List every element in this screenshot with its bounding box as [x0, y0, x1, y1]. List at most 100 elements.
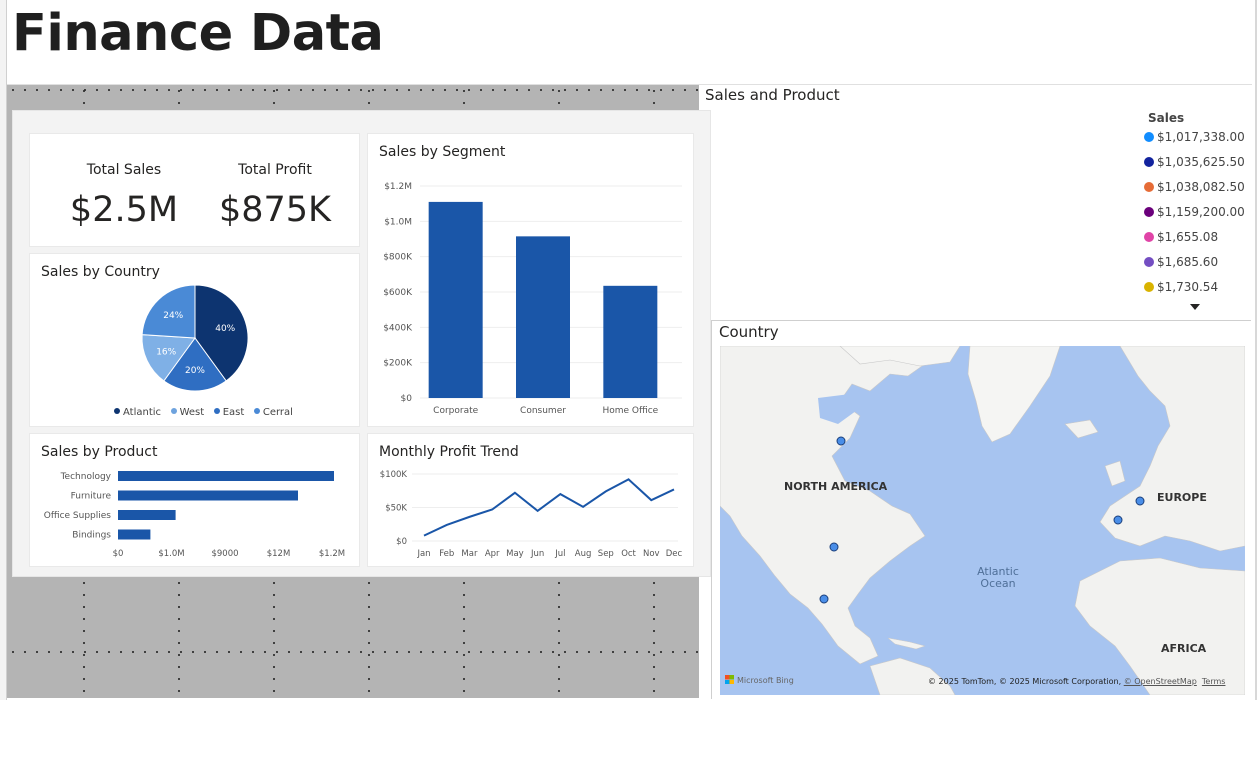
line-ytick-2: $100K [380, 470, 408, 480]
map-canvas: NORTH AMERICA EUROPE AFRICA Atlantic Oce… [720, 346, 1245, 695]
prod-category-0: Technology [60, 472, 112, 482]
profit-line-chart: $0 $50K $100K Jan Feb Mar Apr May Jun Jul Aug Sep Oc… [380, 470, 683, 559]
legend-item-atlantic: Atlantic [114, 407, 161, 418]
legend-item-west: West [170, 407, 204, 418]
monthly-profit-card: Monthly Profit Trend $0 $50K $100K Jan Feb Ma… [367, 433, 694, 567]
prod-category-1: Furniture [71, 492, 112, 502]
sales-legend-item-5[interactable]: $1,685.60 [1144, 255, 1245, 280]
sales-by-segment-card: Sales by Segment $0 $200K $400K $600K $800K $… [367, 133, 694, 427]
sales-legend-item-2[interactable]: $1,038,082.50 [1144, 180, 1245, 205]
africa-landmass [1074, 557, 1245, 695]
sales-legend-item-0[interactable]: $1,017,338.00 [1144, 130, 1245, 155]
prod-xtick-0: $0 [113, 549, 124, 559]
dashboard-image: Total Sales $2.5M Total Profit $875K Sal… [12, 110, 711, 577]
segment-bar-chart: $0 $200K $400K $600K $800K $1.0M $1.2M Corporat… [383, 182, 682, 416]
line-xtick-2: Mar [461, 549, 478, 559]
seg-ytick-4: $800K [383, 253, 413, 263]
pie-label-2: 16% [156, 348, 176, 358]
prod-category-2: Office Supplies [44, 511, 112, 521]
page-title: Finance Data [12, 4, 384, 63]
sales-legend-label: $1,685.60 [1157, 255, 1219, 269]
sales-legend-item-4[interactable]: $1,655.08 [1144, 230, 1245, 255]
british-isles [1104, 460, 1126, 487]
legend-dot-icon [1144, 182, 1154, 192]
legend-dot-icon [1144, 257, 1154, 267]
north-america-label: NORTH AMERICA [784, 480, 888, 493]
legend-item-east: East [213, 407, 244, 418]
terms-link[interactable]: Terms [1202, 677, 1226, 686]
sales-legend-label: $1,035,625.50 [1157, 155, 1245, 169]
prod-bar-2[interactable] [118, 510, 176, 520]
total-sales-label: Total Sales [86, 162, 162, 178]
map-point-france[interactable] [1113, 515, 1123, 525]
line-xtick-4: May [506, 549, 524, 559]
sales-legend-item-1[interactable]: $1,035,625.50 [1144, 155, 1245, 180]
europe-label: EUROPE [1157, 491, 1207, 504]
country-map[interactable]: NORTH AMERICA EUROPE AFRICA Atlantic Oce… [720, 346, 1245, 695]
prod-xtick-3: $12M [267, 549, 291, 559]
seg-ytick-3: $600K [383, 288, 413, 298]
pie-label-3: 24% [163, 311, 183, 321]
seg-bar-1[interactable] [516, 236, 570, 398]
osm-link[interactable]: © OpenStreetMap [1124, 677, 1197, 686]
legend-item-cerral: Cerral [253, 407, 293, 418]
map-point-canada[interactable] [836, 436, 846, 446]
legend-scroll-down-icon[interactable] [1190, 304, 1200, 310]
map-point-mexico[interactable] [819, 594, 829, 604]
prod-xtick-1: $1.0M [158, 549, 184, 559]
seg-ytick-6: $1.2M [384, 182, 412, 192]
total-profit-value: $875K [218, 190, 332, 230]
sales-legend: $1,017,338.00 $1,035,625.50 $1,038,082.50 $… [1144, 130, 1245, 305]
seg-xtick-2: Home Office [602, 406, 658, 416]
prod-bar-3[interactable] [118, 529, 151, 540]
greenland-landmass [967, 346, 1061, 443]
microsoft-logo-icon [725, 675, 734, 684]
ocean-label-line2: Ocean [980, 577, 1015, 590]
sales-legend-header: Sales [1148, 111, 1185, 125]
seg-ytick-1: $200K [383, 359, 413, 369]
seg-bar-0[interactable] [428, 201, 483, 398]
sales-legend-label: $1,017,338.00 [1157, 130, 1245, 144]
prod-xtick-4: $1.2M [319, 549, 345, 559]
bing-logo: Microsoft Bing [725, 675, 794, 685]
seg-ytick-5: $1.0M [384, 217, 412, 227]
line-xtick-3: Apr [485, 549, 500, 559]
seg-ytick-0: $0 [401, 394, 413, 404]
line-xtick-7: Aug [575, 549, 592, 559]
pie-legend: Atlantic West East Cerral [114, 407, 293, 418]
sales-legend-item-6[interactable]: $1,730.54 [1144, 280, 1245, 305]
seg-xtick-0: Corporate [433, 406, 478, 416]
prod-bar-1[interactable] [118, 490, 298, 501]
map-credit: © 2025 TomTom, © 2025 Microsoft Corporat… [928, 677, 1226, 686]
line-xtick-6: Jul [554, 549, 565, 559]
map-point-usa[interactable] [829, 542, 839, 552]
line-xtick-0: Jan [416, 549, 430, 559]
pie-label-1: 20% [185, 366, 205, 376]
line-xtick-10: Nov [643, 549, 660, 559]
seg-bar-2[interactable] [603, 285, 658, 398]
total-profit-label: Total Profit [238, 162, 312, 178]
line-xtick-1: Feb [439, 549, 454, 559]
caribbean-islands [887, 637, 926, 650]
legend-dot-icon [1144, 157, 1154, 167]
sales-by-country-card: Sales by Country 40% 20% 16% 24% Atlantic W… [29, 253, 360, 427]
sales-legend-item-3[interactable]: $1,159,200.00 [1144, 205, 1245, 230]
sales-legend-label: $1,038,082.50 [1157, 180, 1245, 194]
pie-label-0: 40% [215, 324, 235, 334]
product-bar-chart: Technology Furniture Office Supplies Bindin… [44, 471, 345, 559]
sales-legend-label: $1,655.08 [1157, 230, 1219, 244]
prod-xtick-2: $9000 [211, 549, 238, 559]
sales-and-product-title: Sales and Product [705, 86, 840, 104]
prod-bar-0[interactable] [118, 471, 334, 481]
legend-dot-icon [1144, 207, 1154, 217]
legend-dot-icon [1144, 132, 1154, 142]
seg-ytick-2: $400K [383, 323, 413, 333]
kpi-card: Total Sales $2.5M Total Profit $875K [29, 133, 360, 247]
right-edge [1255, 0, 1257, 700]
legend-dot-icon [1144, 232, 1154, 242]
total-sales-value: $2.5M [69, 190, 179, 230]
line-xtick-11: Dec [666, 549, 683, 559]
map-point-germany[interactable] [1135, 496, 1145, 506]
iceland [1064, 419, 1099, 439]
seg-xtick-1: Consumer [520, 406, 566, 416]
